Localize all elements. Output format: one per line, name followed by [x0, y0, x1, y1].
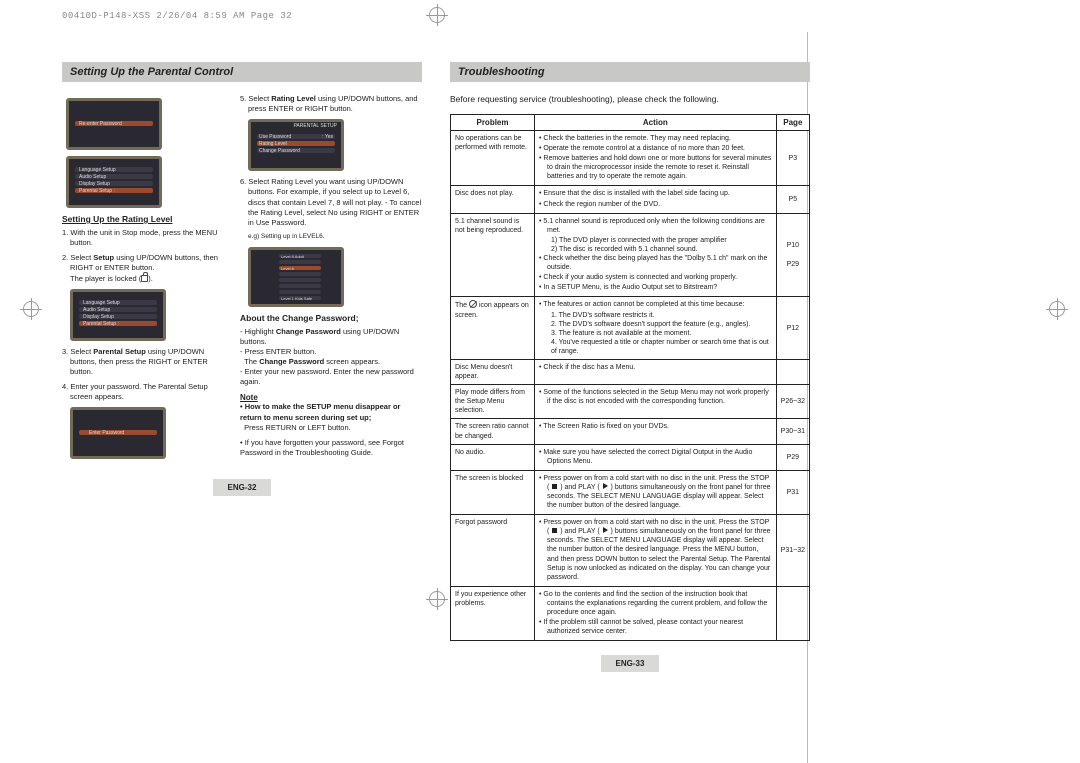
- table-row: The screen ratio cannot be changed.The S…: [451, 419, 810, 444]
- step-3: 3. Select Parental Setup using UP/DOWN b…: [62, 347, 230, 377]
- troubleshooting-intro: Before requesting service (troubleshooti…: [450, 94, 810, 104]
- screenshot-setup-menu-2: Language Setup Audio Setup Display Setup…: [70, 289, 166, 341]
- prohibit-icon: [469, 300, 477, 308]
- screenshot-enter-password: Enter Password: [70, 407, 166, 459]
- problem-cell: Play mode differs from the Setup Menu se…: [451, 385, 535, 419]
- page-ref-cell: P3: [776, 131, 809, 186]
- problem-cell: Disc does not play.: [451, 186, 535, 213]
- troubleshooting-table: Problem Action Page No operations can be…: [450, 114, 810, 641]
- page-left: Setting Up the Parental Control Re-enter…: [62, 62, 422, 672]
- problem-cell: If you experience other problems.: [451, 586, 535, 640]
- table-row: Play mode differs from the Setup Menu se…: [451, 385, 810, 419]
- action-cell: Make sure you have selected the correct …: [535, 444, 777, 470]
- problem-cell: Forgot password: [451, 515, 535, 587]
- action-cell: Press power on from a cold start with no…: [535, 470, 777, 514]
- screenshot-setup-menu-1: Language Setup Audio Setup Display Setup…: [66, 156, 162, 208]
- screenshot-levels: Level 8 Adult Level 6 Level 1 Kids Safe: [248, 247, 344, 307]
- page-ref-cell: P10P29: [776, 213, 809, 297]
- action-cell: Ensure that the disc is installed with t…: [535, 186, 777, 213]
- play-icon: [603, 527, 608, 533]
- action-cell: 5.1 channel sound is reproduced only whe…: [535, 213, 777, 297]
- step-4: 4. Enter your password. The Parental Set…: [62, 382, 230, 402]
- action-cell: Check if the disc has a Menu.: [535, 359, 777, 384]
- table-row: Disc does not play.Ensure that the disc …: [451, 186, 810, 213]
- problem-cell: No operations can be performed with remo…: [451, 131, 535, 186]
- level-caption: e.g) Setting up in LEVEL6.: [240, 233, 422, 242]
- table-row: If you experience other problems.Go to t…: [451, 586, 810, 640]
- problem-cell: No audio.: [451, 444, 535, 470]
- action-cell: The Screen Ratio is fixed on your DVDs.: [535, 419, 777, 444]
- step-1: 1. With the unit in Stop mode, press the…: [62, 228, 230, 248]
- stop-icon: [552, 528, 557, 533]
- action-cell: Go to the contents and find the section …: [535, 586, 777, 640]
- table-row: The icon appears on screen.The features …: [451, 297, 810, 360]
- page-spread: Setting Up the Parental Control Re-enter…: [62, 62, 812, 672]
- section-title-troubleshooting: Troubleshooting: [450, 62, 810, 82]
- page-number-left: ENG-32: [213, 479, 271, 496]
- th-page: Page: [776, 115, 809, 131]
- problem-cell: The screen is blocked: [451, 470, 535, 514]
- table-row: Disc Menu doesn't appear.Check if the di…: [451, 359, 810, 384]
- screenshot-parental-setup: PARENTAL SETUP Use Password : Yes Rating…: [248, 119, 344, 171]
- th-action: Action: [535, 115, 777, 131]
- screenshot-reenter-password: Re-enter Password: [66, 98, 162, 150]
- page-number-right: ENG-33: [601, 655, 659, 672]
- page-ref-cell: P30~31: [776, 419, 809, 444]
- page-ref-cell: [776, 586, 809, 640]
- note-heading: Note: [240, 393, 422, 402]
- note-line-1: • How to make the SETUP menu disappear o…: [240, 402, 422, 432]
- about-line-1: - Highlight Change Password using UP/DOW…: [240, 327, 422, 388]
- page-ref-cell: P29: [776, 444, 809, 470]
- page-ref-cell: P26~32: [776, 385, 809, 419]
- problem-cell: Disc Menu doesn't appear.: [451, 359, 535, 384]
- subheading-rating-level: Setting Up the Rating Level: [62, 214, 230, 224]
- note-line-2: • If you have forgotten your password, s…: [240, 438, 422, 458]
- problem-cell: The screen ratio cannot be changed.: [451, 419, 535, 444]
- action-cell: The features or action cannot be complet…: [535, 297, 777, 360]
- section-title-parental: Setting Up the Parental Control: [62, 62, 422, 82]
- registration-mark-right: [1046, 298, 1068, 320]
- table-row: No audio.Make sure you have selected the…: [451, 444, 810, 470]
- problem-cell: 5.1 channel sound is not being reproduce…: [451, 213, 535, 297]
- action-cell: Press power on from a cold start with no…: [535, 515, 777, 587]
- page-ref-cell: P31: [776, 470, 809, 514]
- lock-icon: [141, 275, 148, 282]
- play-icon: [603, 483, 608, 489]
- th-problem: Problem: [451, 115, 535, 131]
- print-header: 00410D-P148-XSS 2/26/04 8:59 AM Page 32: [62, 11, 292, 21]
- registration-mark-top: [426, 4, 448, 26]
- action-cell: Some of the functions selected in the Se…: [535, 385, 777, 419]
- step-2: 2. Select Setup using UP/DOWN buttons, t…: [62, 253, 230, 283]
- page-ref-cell: [776, 359, 809, 384]
- table-row: 5.1 channel sound is not being reproduce…: [451, 213, 810, 297]
- page-right: Troubleshooting Before requesting servic…: [450, 62, 810, 672]
- table-row: No operations can be performed with remo…: [451, 131, 810, 186]
- page-ref-cell: P12: [776, 297, 809, 360]
- action-cell: Check the batteries in the remote. They …: [535, 131, 777, 186]
- page-ref-cell: P5: [776, 186, 809, 213]
- step-6: 6. Select Rating Level you want using UP…: [240, 177, 422, 228]
- table-row: Forgot passwordPress power on from a col…: [451, 515, 810, 587]
- about-change-password-head: About the Change Password;: [240, 313, 422, 323]
- stop-icon: [552, 484, 557, 489]
- table-row: The screen is blockedPress power on from…: [451, 470, 810, 514]
- problem-cell: The icon appears on screen.: [451, 297, 535, 360]
- registration-mark-left: [20, 298, 42, 320]
- page-ref-cell: P31~32: [776, 515, 809, 587]
- step-5: 5. Select Rating Level using UP/DOWN but…: [240, 94, 422, 114]
